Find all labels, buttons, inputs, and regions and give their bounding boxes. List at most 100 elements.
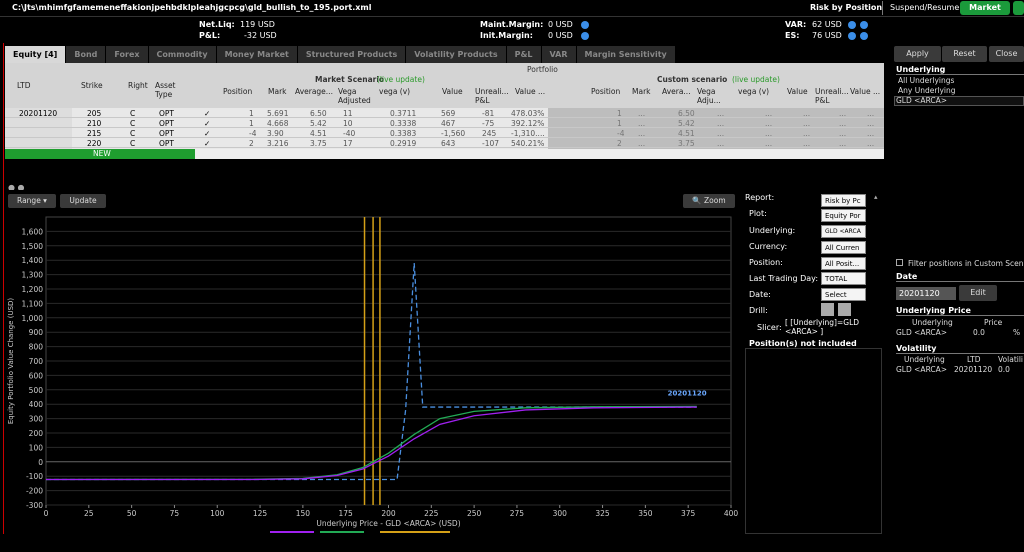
y-tick-label: -300 (26, 501, 43, 510)
underlying-option[interactable]: Any Underlying (898, 86, 956, 95)
unrealized-pnl-cell: -81 (482, 109, 495, 118)
row-checkbox[interactable]: ✓ (204, 139, 210, 148)
tab-equity[interactable]: Equity [4] (5, 46, 67, 63)
plot-select[interactable]: Equity Por (821, 209, 866, 222)
custom-column-header[interactable]: vega (v) (738, 87, 778, 96)
custom-vega-cell: ... (765, 119, 773, 128)
column-header[interactable]: Asset Type (155, 81, 195, 99)
y-tick-label: 700 (29, 357, 44, 366)
date-section-header: Date (896, 272, 1024, 282)
tab-commodity[interactable]: Commodity (148, 46, 217, 63)
vol-value[interactable]: 0.0 (998, 365, 1010, 374)
y-tick-label: 400 (29, 400, 44, 409)
market-scenario-header: Market Scenario (315, 75, 385, 84)
portfolio-header: Portfolio (527, 65, 558, 74)
y-tick-label: -200 (26, 487, 43, 496)
drill-up-button[interactable] (821, 303, 834, 316)
market-column-header[interactable]: Unreali... P&L (475, 87, 515, 105)
row-checkbox[interactable]: ✓ (204, 129, 210, 138)
info-icon[interactable] (848, 32, 856, 40)
market-column-header[interactable]: vega (v) (379, 87, 419, 96)
value-pct-cell: 392.12% (511, 119, 545, 128)
market-button[interactable]: Market (960, 1, 1010, 15)
new-row-label[interactable]: NEW (93, 149, 111, 158)
refresh-icon[interactable] (860, 32, 868, 40)
scroll-arrows[interactable]: ▴ (874, 193, 878, 201)
custom-column-header[interactable]: Value ... (850, 87, 890, 96)
x-tick-label: 275 (510, 509, 525, 518)
column-header[interactable]: LTD (17, 81, 57, 90)
report-select[interactable]: Risk by Pc (821, 194, 866, 207)
position-select[interactable]: All Posit... (821, 257, 866, 270)
ltd-select[interactable]: TOTAL (821, 272, 866, 285)
custom-column-header[interactable]: Vega Adju... (697, 87, 737, 105)
market-column-header[interactable]: Vega Adjusted (338, 87, 378, 105)
tab-structured-products[interactable]: Structured Products (297, 46, 407, 63)
market-column-header[interactable]: Value ... (515, 87, 555, 96)
drill-down-button[interactable] (838, 303, 851, 316)
zoom-label: Zoom (704, 196, 726, 205)
market-column-header[interactable]: Position (223, 87, 263, 96)
market-column-header[interactable]: Average... (295, 87, 335, 96)
underlying-option[interactable]: GLD <ARCA> (896, 96, 947, 105)
x-tick-label: 375 (681, 509, 696, 518)
close-button[interactable]: Close (989, 46, 1024, 62)
value-cell: 643 (441, 139, 456, 148)
file-path-title: C:\Jts\mhimfgfamemeneffakionjpehbdklplea… (12, 3, 372, 12)
excluded-positions-list[interactable] (745, 348, 882, 534)
filter-checkbox[interactable] (896, 259, 903, 266)
price-value[interactable]: 0.0 (973, 328, 985, 337)
x-tick-label: 200 (381, 509, 396, 518)
custom-column-header[interactable]: Position (591, 87, 631, 96)
column-header[interactable]: Strike (81, 81, 121, 90)
underlying-select[interactable]: GLD <ARCA (821, 225, 866, 238)
edit-date-button[interactable]: Edit (959, 285, 997, 301)
pnl-chart: -300-200-1000100200300400500600700800900… (7, 216, 738, 533)
refresh-icon[interactable] (581, 32, 589, 40)
tab-margin-sensitivity[interactable]: Margin Sensitivity (576, 46, 676, 63)
maint-margin-label: Maint.Margin: (480, 20, 544, 29)
custom-vega-adj-cell: ... (717, 109, 725, 118)
zoom-button[interactable]: 🔍 Zoom (683, 194, 735, 208)
right-cell: C (130, 119, 136, 128)
net-liq-value: 119 USD (240, 20, 275, 29)
account-summary: Net.Liq: 119 USD P&L: -32 USD Maint.Marg… (0, 17, 890, 43)
info-icon[interactable] (848, 21, 856, 29)
update-button[interactable]: Update (60, 194, 106, 208)
date-label: Date: (749, 290, 771, 299)
range-dropdown[interactable]: Range ▾ (8, 194, 56, 208)
window-edge-marker (3, 17, 4, 534)
y-tick-label: 1,600 (22, 227, 44, 236)
init-margin-value: 0 USD (548, 31, 573, 40)
mark-cell: 3.90 (267, 129, 284, 138)
x-tick-label: 125 (253, 509, 268, 518)
custom-column-header[interactable]: Unreali... P&L (815, 87, 855, 105)
custom-scenario-header: Custom scenario (657, 75, 728, 84)
reset-button[interactable]: Reset (942, 46, 987, 62)
live-update-label: (live update) (377, 75, 425, 84)
tab-forex[interactable]: Forex (106, 46, 149, 63)
apply-button[interactable]: Apply (894, 46, 941, 62)
tab-money-market[interactable]: Money Market (216, 46, 298, 63)
refresh-icon[interactable] (581, 21, 589, 29)
date-select[interactable]: Select (821, 288, 866, 301)
row-checkbox[interactable]: ✓ (204, 119, 210, 128)
vega-adjusted-cell: 11 (343, 109, 353, 118)
underlying-option[interactable]: All Underlyings (898, 76, 954, 85)
tab-pnl[interactable]: P&L (506, 46, 542, 63)
ltd-label: Last Trading Day: (749, 274, 819, 283)
scenario-date-field[interactable]: 20201120 (896, 287, 956, 300)
currency-select[interactable]: All Curren (821, 241, 866, 254)
asset-type-cell: OPT (159, 109, 175, 118)
extra-button[interactable] (1013, 1, 1024, 15)
vega-cell: 0.3383 (390, 129, 417, 138)
row-checkbox[interactable]: ✓ (204, 109, 210, 118)
tab-bond[interactable]: Bond (66, 46, 107, 63)
tab-var[interactable]: VAR (541, 46, 577, 63)
tab-volatility-products[interactable]: Volatility Products (406, 46, 507, 63)
refresh-icon[interactable] (860, 21, 868, 29)
y-tick-label: 1,500 (22, 242, 44, 251)
position-cell: 2 (249, 139, 254, 148)
init-margin-label: Init.Margin: (480, 31, 533, 40)
custom-column-header[interactable]: Avera... (662, 87, 702, 96)
